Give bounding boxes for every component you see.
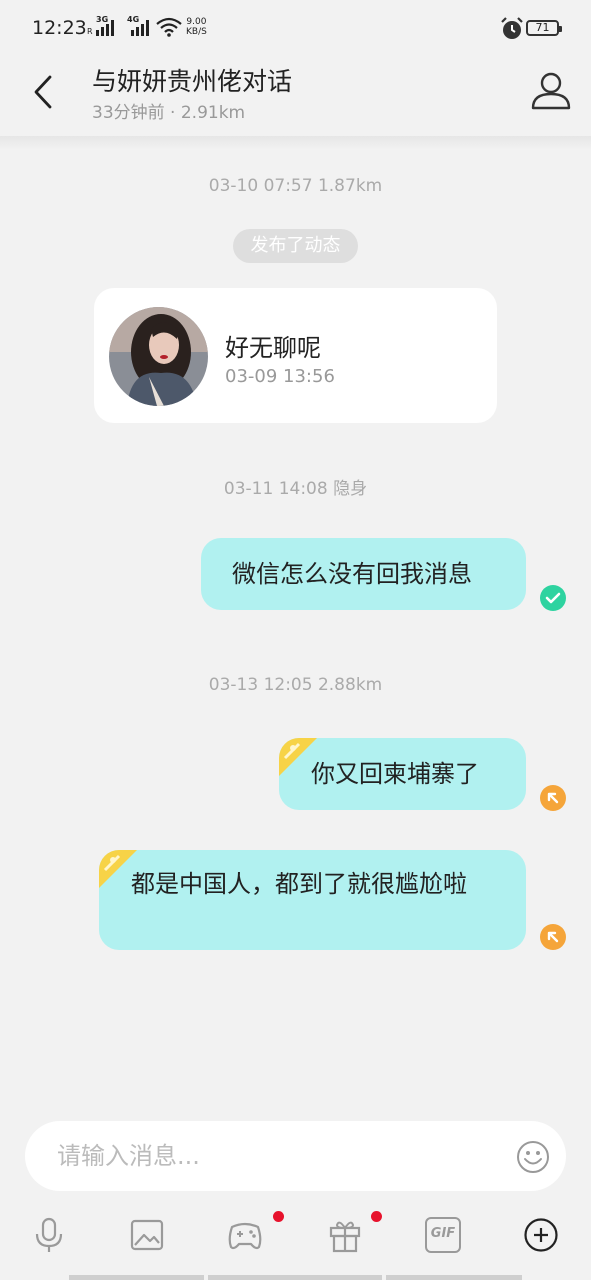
message-status[interactable] xyxy=(540,924,566,950)
image-icon[interactable] xyxy=(129,1217,165,1253)
header-divider xyxy=(0,136,591,150)
status-time: 12:23 xyxy=(32,17,87,39)
notification-dot xyxy=(371,1211,382,1222)
network-speed: 9.00 KB/S xyxy=(186,17,207,37)
message-input-box xyxy=(25,1121,566,1191)
arrow-up-left-icon xyxy=(547,931,559,943)
notification-dot xyxy=(273,1211,284,1222)
moment-avatar xyxy=(109,307,208,406)
chat-title: 与妍妍贵州佬对话 xyxy=(92,67,293,96)
alarm-icon xyxy=(501,17,523,39)
moment-card[interactable]: 好无聊呢 03-09 13:56 xyxy=(94,288,497,423)
battery-icon: 71 xyxy=(526,20,562,36)
timestamp: 03-10 07:57 1.87km xyxy=(208,176,383,196)
message-bubble[interactable]: 都是中国人，都到了就很尴尬啦 xyxy=(99,850,526,950)
mic-icon[interactable] xyxy=(31,1217,67,1253)
wifi-icon xyxy=(156,17,182,37)
moment-time: 03-09 13:56 xyxy=(225,366,335,387)
status-bar: 12:23 3G R 4G 9.00 KB/S 71 xyxy=(0,0,591,56)
message-input[interactable] xyxy=(57,1139,497,1173)
bottom-tab-indicator xyxy=(69,1275,204,1280)
message-status[interactable] xyxy=(540,785,566,811)
moment-text: 好无聊呢 xyxy=(225,334,321,362)
moment-posted-pill: 发布了动态 xyxy=(233,229,358,263)
arrow-up-left-icon xyxy=(547,792,559,804)
timestamp: 03-11 14:08 隐身 xyxy=(223,479,368,499)
message-sent-status xyxy=(540,585,566,611)
check-icon xyxy=(545,592,561,604)
timestamp: 03-13 12:05 2.88km xyxy=(208,675,383,695)
message-text: 微信怎么没有回我消息 xyxy=(232,560,472,588)
message-bubble[interactable]: 微信怎么没有回我消息 xyxy=(201,538,526,610)
emoji-button[interactable] xyxy=(516,1140,550,1174)
bottom-tab-indicator xyxy=(386,1275,522,1280)
message-text: 你又回柬埔寨了 xyxy=(311,760,479,788)
message-text: 都是中国人，都到了就很尴尬啦 xyxy=(131,870,467,898)
message-bubble[interactable]: 你又回柬埔寨了 xyxy=(279,738,526,810)
gamepad-icon[interactable] xyxy=(227,1217,263,1253)
gift-icon[interactable] xyxy=(327,1217,363,1253)
profile-button[interactable] xyxy=(530,70,572,112)
gif-icon[interactable]: GIF xyxy=(425,1217,461,1253)
add-circle-icon[interactable] xyxy=(523,1217,559,1253)
chat-subtitle: 33分钟前 · 2.91km xyxy=(92,103,246,123)
chat-header: 与妍妍贵州佬对话 33分钟前 · 2.91km xyxy=(0,56,591,136)
bottom-tab-indicator xyxy=(208,1275,382,1280)
back-button[interactable] xyxy=(30,74,58,110)
